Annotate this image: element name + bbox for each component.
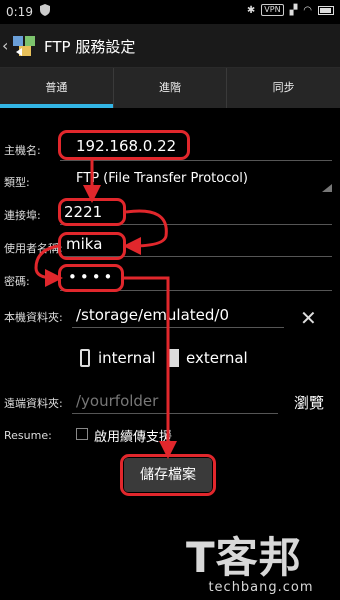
watermark: T客邦 techbang.com (186, 533, 336, 596)
arrow-user-to-password (34, 244, 63, 287)
arrow-password-to-save (124, 276, 177, 459)
arrow-port-to-user (123, 209, 168, 255)
annotation-arrows (34, 160, 177, 459)
watermark-site: techbang.com (208, 580, 314, 595)
watermark-logo: T客邦 (186, 533, 302, 582)
